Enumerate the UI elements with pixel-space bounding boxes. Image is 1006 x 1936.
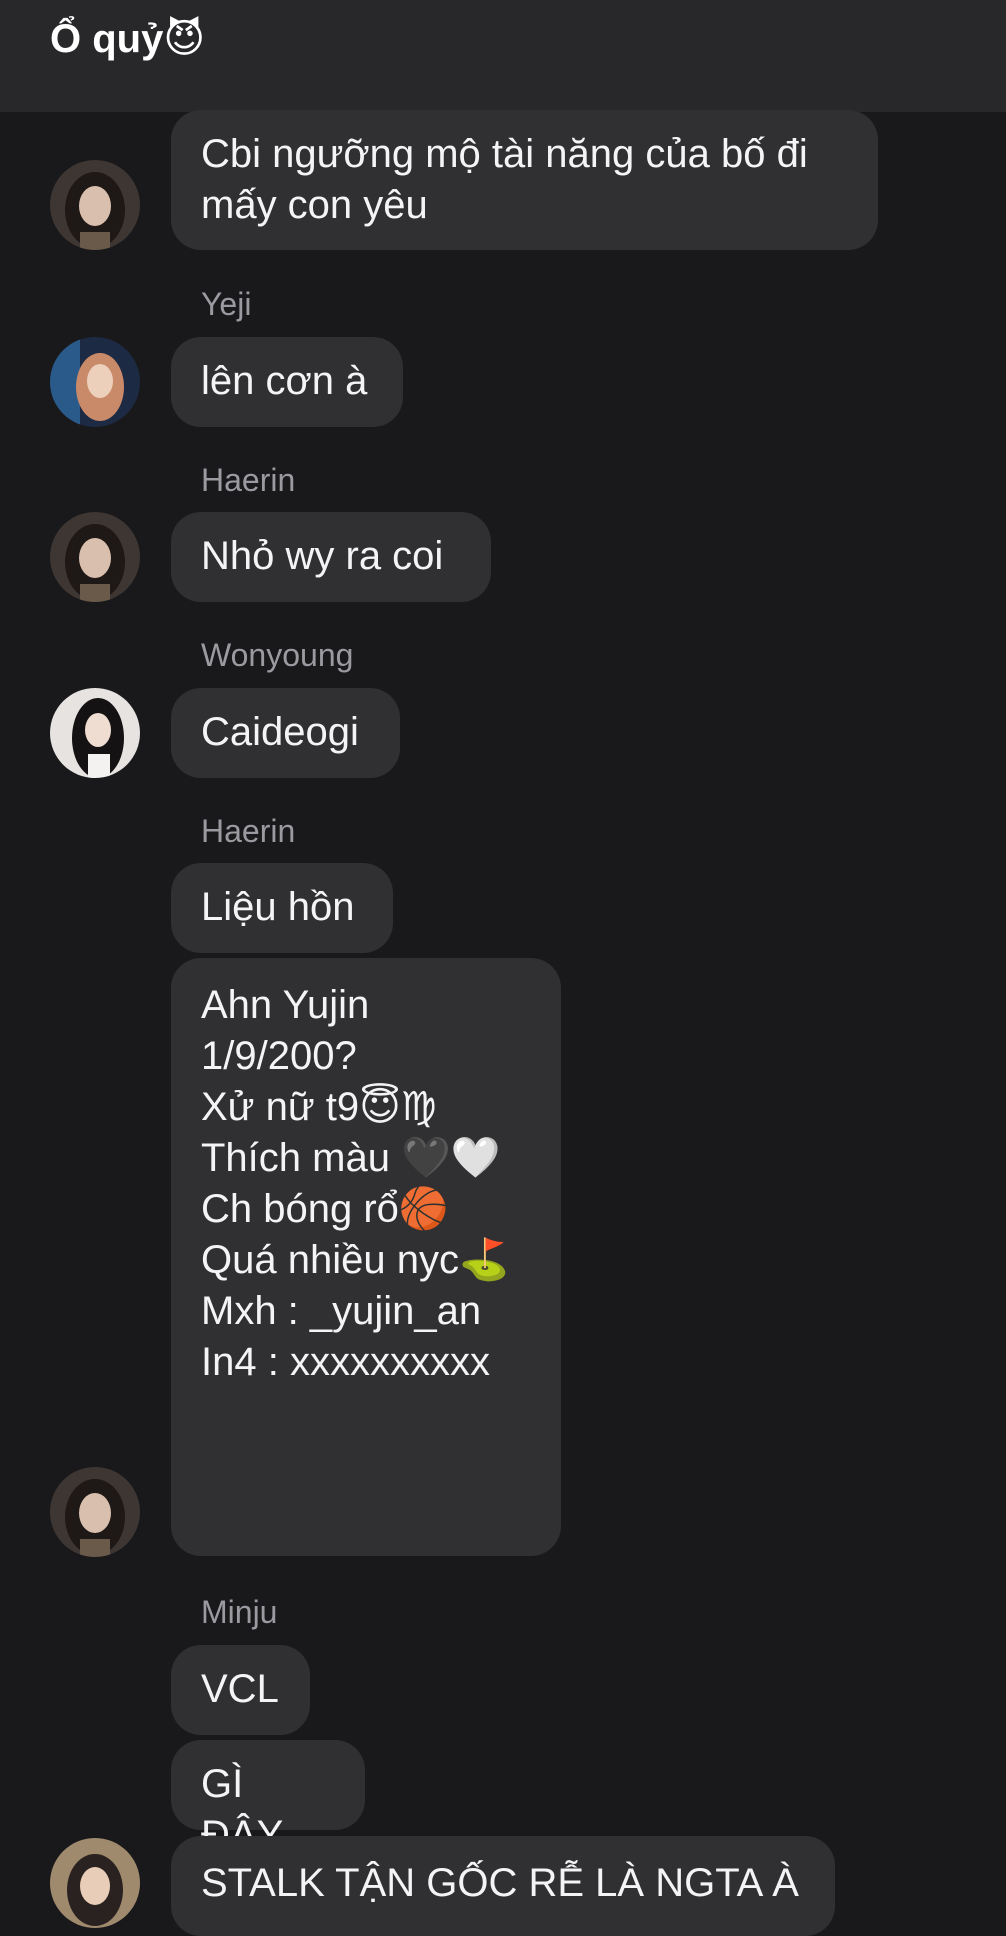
sender-name: Haerin — [201, 813, 296, 849]
chat-title[interactable]: Ổ quỷ😈 — [50, 12, 205, 66]
avatar-haerin[interactable] — [50, 1467, 140, 1557]
chat-title-text: Ổ quỷ — [50, 17, 164, 61]
sender-name: Minju — [201, 1594, 278, 1630]
message-bubble[interactable]: Caideogi — [171, 688, 400, 778]
avatar-yeji[interactable] — [50, 337, 140, 427]
message-bubble[interactable]: Liệu hồn — [171, 863, 393, 953]
avatar-minju[interactable] — [50, 1838, 140, 1928]
message-bubble[interactable]: GÌ ĐÂY — [171, 1740, 365, 1857]
sender-name: Yeji — [201, 286, 252, 322]
avatar-wonyoung[interactable] — [50, 688, 140, 778]
message-bubble[interactable]: Cbi ngưỡng mộ tài năng của bố đi mấy con… — [171, 110, 878, 250]
avatar-haerin[interactable] — [50, 512, 140, 602]
message-bubble[interactable]: lên cơn à — [171, 337, 403, 427]
avatar-haerin[interactable] — [50, 160, 140, 250]
message-bubble[interactable]: Ahn Yujin 1/9/200? Xử nữ t9😇♍ Thích màu … — [171, 958, 561, 1556]
message-bubble[interactable]: Nhỏ wy ra coi — [171, 512, 491, 602]
chat-header: Ổ quỷ😈 — [0, 0, 1006, 112]
message-bubble[interactable]: STALK TẬN GỐC RỄ LÀ NGTA À — [171, 1836, 835, 1936]
devil-emoji-icon: 😈 — [163, 16, 206, 62]
sender-name: Haerin — [201, 462, 296, 498]
sender-name: Wonyoung — [201, 637, 354, 673]
message-bubble[interactable]: VCL — [171, 1645, 310, 1735]
